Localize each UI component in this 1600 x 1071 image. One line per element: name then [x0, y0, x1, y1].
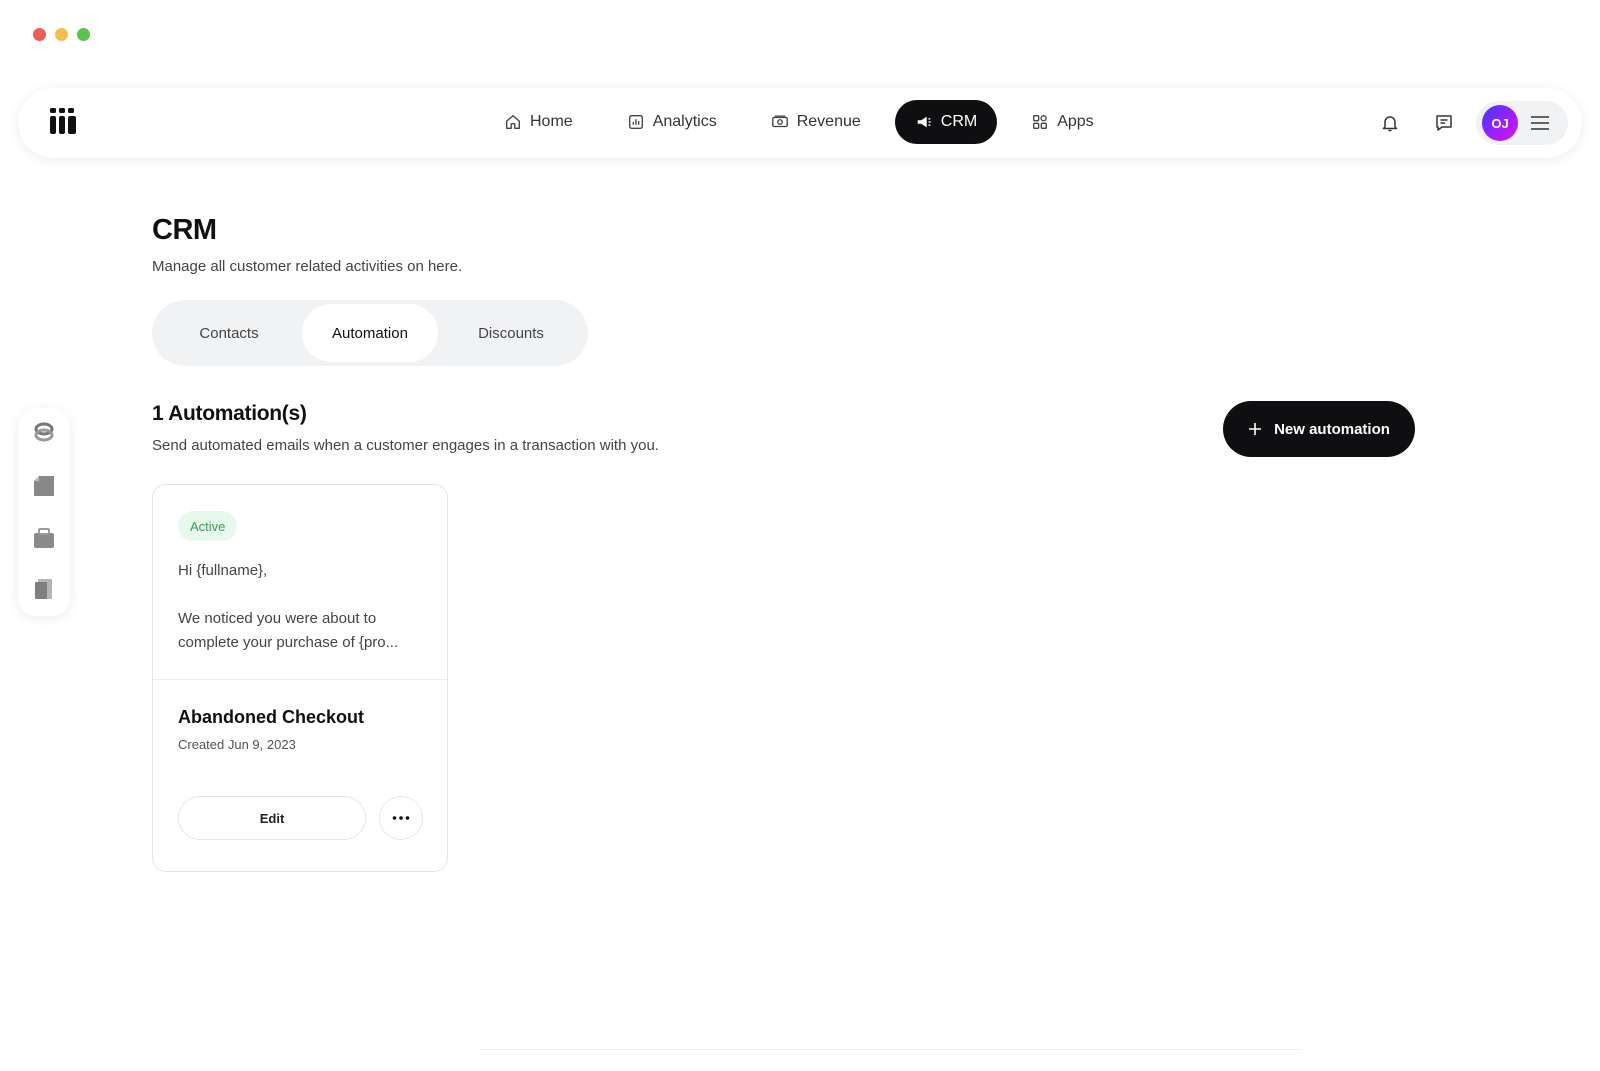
home-icon	[506, 115, 520, 129]
notifications-button[interactable]	[1368, 101, 1412, 145]
more-horizontal-icon	[392, 816, 410, 820]
messages-button[interactable]	[1422, 101, 1466, 145]
nav-item-apps[interactable]: Apps	[1011, 100, 1113, 144]
status-badge: Active	[178, 511, 238, 541]
link-icon[interactable]	[33, 421, 55, 443]
close-window-button[interactable]	[33, 28, 46, 41]
nav-item-home[interactable]: Home	[484, 100, 593, 144]
user-menu[interactable]: OJ	[1476, 101, 1568, 145]
created-date: Created Jun 9, 2023	[178, 737, 296, 752]
preview-greeting: Hi {fullname},	[178, 562, 268, 579]
nav-item-label: Revenue	[796, 113, 861, 130]
card-divider	[153, 679, 447, 680]
left-tool-sidebar	[18, 408, 70, 616]
email-preview: Hi {fullname}, We noticed you were about…	[178, 559, 428, 655]
megaphone-icon	[917, 116, 931, 128]
hamburger-menu-icon[interactable]	[1530, 115, 1550, 131]
automation-title: Abandoned Checkout	[178, 707, 365, 727]
top-right-actions: OJ	[1368, 101, 1568, 145]
nav-item-crm[interactable]: CRM	[894, 100, 998, 144]
tab-automation[interactable]: Automation	[302, 304, 438, 362]
plus-icon	[1249, 423, 1262, 435]
nav-item-revenue[interactable]: Revenue	[751, 100, 881, 144]
tab-contacts[interactable]: Contacts	[156, 304, 302, 362]
tab-discounts[interactable]: Discounts	[438, 304, 584, 362]
top-navigation-bar: Home Analytics Revenue CRM Apps OJ	[18, 88, 1582, 158]
nav-item-label: Analytics	[652, 113, 717, 130]
automation-count-heading: 1 Automation(s)	[152, 402, 307, 425]
preview-body: We noticed you were about to complete yo…	[178, 610, 399, 651]
nav-item-label: Home	[530, 113, 573, 130]
new-automation-label: New automation	[1274, 420, 1390, 438]
nav-item-label: CRM	[940, 113, 978, 130]
crm-tabs: Contacts Automation Discounts	[152, 300, 588, 366]
nav-item-analytics[interactable]: Analytics	[607, 100, 737, 144]
invoice-icon[interactable]	[33, 475, 55, 497]
more-options-button[interactable]	[379, 796, 423, 840]
automation-card[interactable]: Active Hi {fullname}, We noticed you wer…	[152, 484, 448, 872]
maximize-window-button[interactable]	[77, 28, 90, 41]
edit-button[interactable]: Edit	[178, 796, 366, 840]
bottom-divider	[480, 1049, 1300, 1050]
automation-description: Send automated emails when a customer en…	[152, 437, 659, 454]
brand-logo-icon[interactable]	[50, 108, 78, 136]
nav-item-label: Apps	[1057, 113, 1094, 130]
window-controls	[33, 28, 90, 41]
apps-icon	[1033, 115, 1048, 129]
new-automation-button[interactable]: New automation	[1223, 401, 1415, 457]
bell-icon	[1382, 116, 1398, 132]
revenue-icon	[771, 115, 788, 128]
avatar-initials: OJ	[1491, 115, 1509, 131]
minimize-window-button[interactable]	[55, 28, 68, 41]
store-icon[interactable]	[33, 527, 55, 549]
main-nav: Home Analytics Revenue CRM Apps	[484, 100, 1128, 144]
media-icon[interactable]	[33, 578, 55, 600]
page-subtitle: Manage all customer related activities o…	[152, 258, 463, 275]
chat-icon	[1436, 115, 1452, 131]
avatar[interactable]: OJ	[1482, 105, 1518, 141]
page-title: CRM	[152, 214, 217, 246]
analytics-icon	[628, 115, 643, 129]
